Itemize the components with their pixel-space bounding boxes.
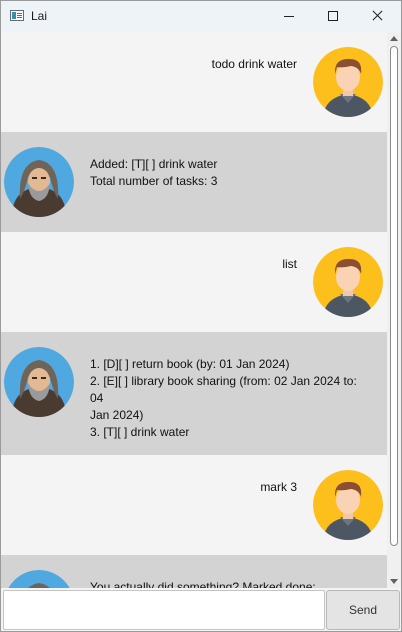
user-input-field[interactable]: [3, 590, 325, 630]
scroll-down-arrow-icon[interactable]: [390, 579, 398, 584]
bot-dialog-box: Added: [T][ ] drink water Total number o…: [1, 132, 387, 232]
user-avatar: [313, 247, 383, 317]
bot-dialog-box: 1. [D][ ] return book (by: 01 Jan 2024) …: [1, 332, 387, 455]
bot-dialog-box: You actually did something? Marked done:: [1, 555, 387, 588]
close-button[interactable]: [355, 1, 399, 31]
user-avatar: [313, 47, 383, 117]
bot-message-text: Added: [T][ ] drink water Total number o…: [90, 157, 218, 188]
bot-message-text: 1. [D][ ] return book (by: 01 Jan 2024) …: [90, 357, 357, 439]
app-window-icon: [10, 10, 24, 21]
minimize-button[interactable]: [267, 1, 311, 31]
user-dialog-box: todo drink water: [1, 32, 387, 132]
app-window: Lai todo drink water Added: [T][] drink…: [0, 0, 402, 632]
scroll-up-arrow-icon[interactable]: [390, 36, 398, 41]
dialog-container[interactable]: todo drink water Added: [T][ ] drink wat…: [1, 32, 387, 588]
scrollbar-thumb[interactable]: [390, 46, 398, 546]
user-dialog-box: list: [1, 232, 387, 332]
bot-avatar: [4, 570, 74, 588]
user-message-text: todo drink water: [211, 57, 297, 71]
bot-avatar: [4, 347, 74, 417]
input-bar: Send: [1, 589, 401, 631]
user-dialog-box: mark 3: [1, 455, 387, 555]
bot-message-text: You actually did something? Marked done:: [90, 580, 316, 588]
vertical-scrollbar[interactable]: [387, 32, 401, 588]
send-button[interactable]: Send: [326, 590, 400, 630]
user-message-text: list: [282, 257, 297, 271]
user-avatar: [313, 470, 383, 540]
user-message-text: mark 3: [260, 480, 297, 494]
title-bar[interactable]: Lai: [1, 1, 401, 31]
bot-avatar: [4, 147, 74, 217]
window-title: Lai: [31, 9, 48, 23]
maximize-button[interactable]: [311, 1, 355, 31]
